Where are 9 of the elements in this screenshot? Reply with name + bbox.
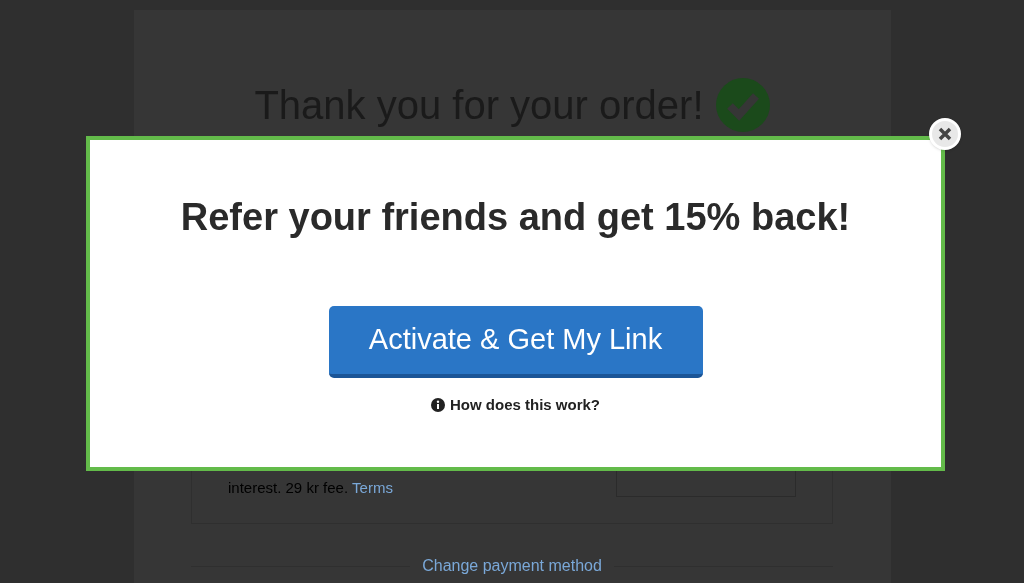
terms-link[interactable]: Terms — [352, 480, 393, 495]
info-icon — [431, 398, 445, 413]
activate-button[interactable]: Activate & Get My Link — [328, 306, 703, 378]
change-payment-link[interactable]: Change payment method — [422, 558, 602, 574]
help-link[interactable]: How does this work? — [431, 394, 600, 417]
close-button[interactable] — [929, 118, 961, 150]
modal-heading: Refer your friends and get 15% back! — [180, 198, 851, 236]
close-icon — [938, 127, 952, 141]
check-icon — [715, 78, 770, 132]
